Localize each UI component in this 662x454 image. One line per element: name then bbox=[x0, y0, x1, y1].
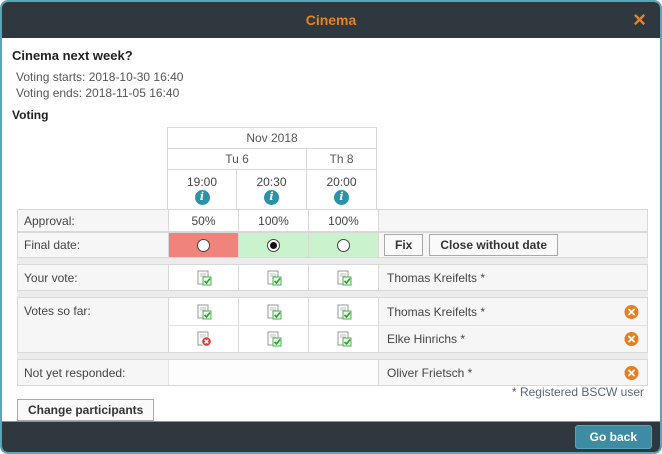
vote-cell bbox=[238, 326, 308, 352]
vote-cell bbox=[308, 298, 378, 325]
vote-yes-icon[interactable] bbox=[266, 270, 282, 286]
time-label-2: 20:30 bbox=[256, 175, 286, 189]
voter-name: Thomas Kreifelts * bbox=[379, 305, 485, 319]
remove-participant-icon[interactable] bbox=[624, 365, 639, 380]
final-date-cell-selected bbox=[238, 233, 308, 257]
vote-yes-icon bbox=[266, 304, 282, 320]
approval-value-2: 100% bbox=[238, 210, 308, 231]
voter-name-cell: Elke Hinrichs * bbox=[378, 326, 647, 352]
vote-yes-icon bbox=[336, 331, 352, 347]
empty-vote-cells bbox=[168, 360, 378, 385]
vote-yes-icon bbox=[266, 331, 282, 347]
votes-so-far-label: Votes so far: bbox=[18, 298, 168, 352]
time-cell-1: 19:00 i bbox=[167, 169, 237, 209]
pending-voter-name: Oliver Frietsch * bbox=[379, 366, 472, 380]
day-header-row: Tu 6 Th 8 bbox=[167, 148, 377, 169]
votes-row-thomas: Thomas Kreifelts * bbox=[168, 298, 647, 325]
dialog-footer: Go back bbox=[2, 421, 660, 452]
voter-name-cell: Thomas Kreifelts * bbox=[378, 298, 647, 325]
month-header: Nov 2018 bbox=[167, 127, 377, 148]
not-yet-responded-label: Not yet responded: bbox=[18, 360, 168, 385]
vote-cell bbox=[238, 298, 308, 325]
time-header-row: 19:00 i 20:30 i 20:00 i bbox=[167, 169, 377, 209]
month-header-row: Nov 2018 bbox=[167, 127, 377, 148]
remove-vote-icon[interactable] bbox=[624, 304, 639, 319]
voter-name: Elke Hinrichs * bbox=[379, 332, 465, 346]
approval-row-spacer bbox=[378, 210, 647, 231]
vote-yes-icon bbox=[336, 304, 352, 320]
final-date-radio-3[interactable] bbox=[337, 239, 350, 252]
time-cell-3: 20:00 i bbox=[307, 169, 377, 209]
info-icon[interactable]: i bbox=[195, 190, 210, 205]
your-vote-cell-1 bbox=[168, 265, 238, 290]
vote-cell bbox=[168, 298, 238, 325]
change-participants-button[interactable]: Change participants bbox=[17, 399, 154, 421]
time-label-3: 20:00 bbox=[326, 175, 356, 189]
vote-yes-icon[interactable] bbox=[336, 270, 352, 286]
vote-yes-icon[interactable] bbox=[196, 270, 212, 286]
vote-no-icon bbox=[196, 331, 212, 347]
your-vote-cell-2 bbox=[238, 265, 308, 290]
poll-question: Cinema next week? bbox=[12, 48, 133, 63]
remove-vote-icon[interactable] bbox=[624, 332, 639, 347]
approval-label: Approval: bbox=[18, 210, 168, 231]
your-vote-name-cell: Thomas Kreifelts * bbox=[378, 265, 647, 290]
voting-ends-text: Voting ends: 2018-11-05 16:40 bbox=[16, 86, 179, 100]
final-date-radio-2[interactable] bbox=[267, 239, 280, 252]
your-vote-cell-3 bbox=[308, 265, 378, 290]
your-vote-label: Your vote: bbox=[18, 265, 168, 290]
approval-value-3: 100% bbox=[308, 210, 378, 231]
voting-section-label: Voting bbox=[12, 108, 48, 122]
final-date-row: Final date: Fix Close without date bbox=[17, 232, 648, 258]
vote-yes-icon bbox=[196, 304, 212, 320]
voter-name: Thomas Kreifelts * bbox=[379, 271, 485, 285]
final-date-cell-open bbox=[308, 233, 378, 257]
not-yet-responded-row: Not yet responded: Oliver Frietsch * bbox=[17, 359, 648, 386]
registered-user-footnote: * Registered BSCW user bbox=[512, 385, 644, 399]
vote-cell bbox=[308, 326, 378, 352]
dialog-titlebar: Cinema × bbox=[2, 2, 660, 38]
votes-so-far-box: Votes so far: bbox=[17, 297, 648, 353]
info-icon[interactable]: i bbox=[334, 190, 349, 205]
day-header-tu6: Tu 6 bbox=[167, 148, 307, 169]
approval-value-1: 50% bbox=[168, 210, 238, 231]
day-header-th8: Th 8 bbox=[307, 148, 377, 169]
vote-cell bbox=[168, 326, 238, 352]
close-without-date-button[interactable]: Close without date bbox=[429, 234, 558, 256]
final-date-actions: Fix Close without date bbox=[378, 233, 647, 257]
time-label-1: 19:00 bbox=[187, 175, 217, 189]
cinema-voting-dialog: Cinema × Cinema next week? Voting starts… bbox=[0, 0, 662, 454]
pending-name-cell: Oliver Frietsch * bbox=[378, 360, 647, 385]
final-date-cell-rejected bbox=[168, 233, 238, 257]
votes-row-elke: Elke Hinrichs * bbox=[168, 325, 647, 352]
fix-button[interactable]: Fix bbox=[384, 234, 423, 256]
approval-row: Approval: 50% 100% 100% bbox=[17, 209, 648, 232]
time-cell-2: 20:30 i bbox=[237, 169, 307, 209]
voting-table: Nov 2018 Tu 6 Th 8 19:00 i 20:30 i 20:00… bbox=[17, 127, 648, 386]
close-icon[interactable]: × bbox=[633, 6, 646, 34]
your-vote-row: Your vote: Thomas Kreifelts * bbox=[17, 264, 648, 291]
final-date-radio-1[interactable] bbox=[197, 239, 210, 252]
dialog-title: Cinema bbox=[306, 12, 357, 28]
final-date-label: Final date: bbox=[18, 233, 168, 257]
info-icon[interactable]: i bbox=[264, 190, 279, 205]
voting-starts-text: Voting starts: 2018-10-30 16:40 bbox=[16, 70, 183, 84]
go-back-button[interactable]: Go back bbox=[575, 425, 652, 449]
